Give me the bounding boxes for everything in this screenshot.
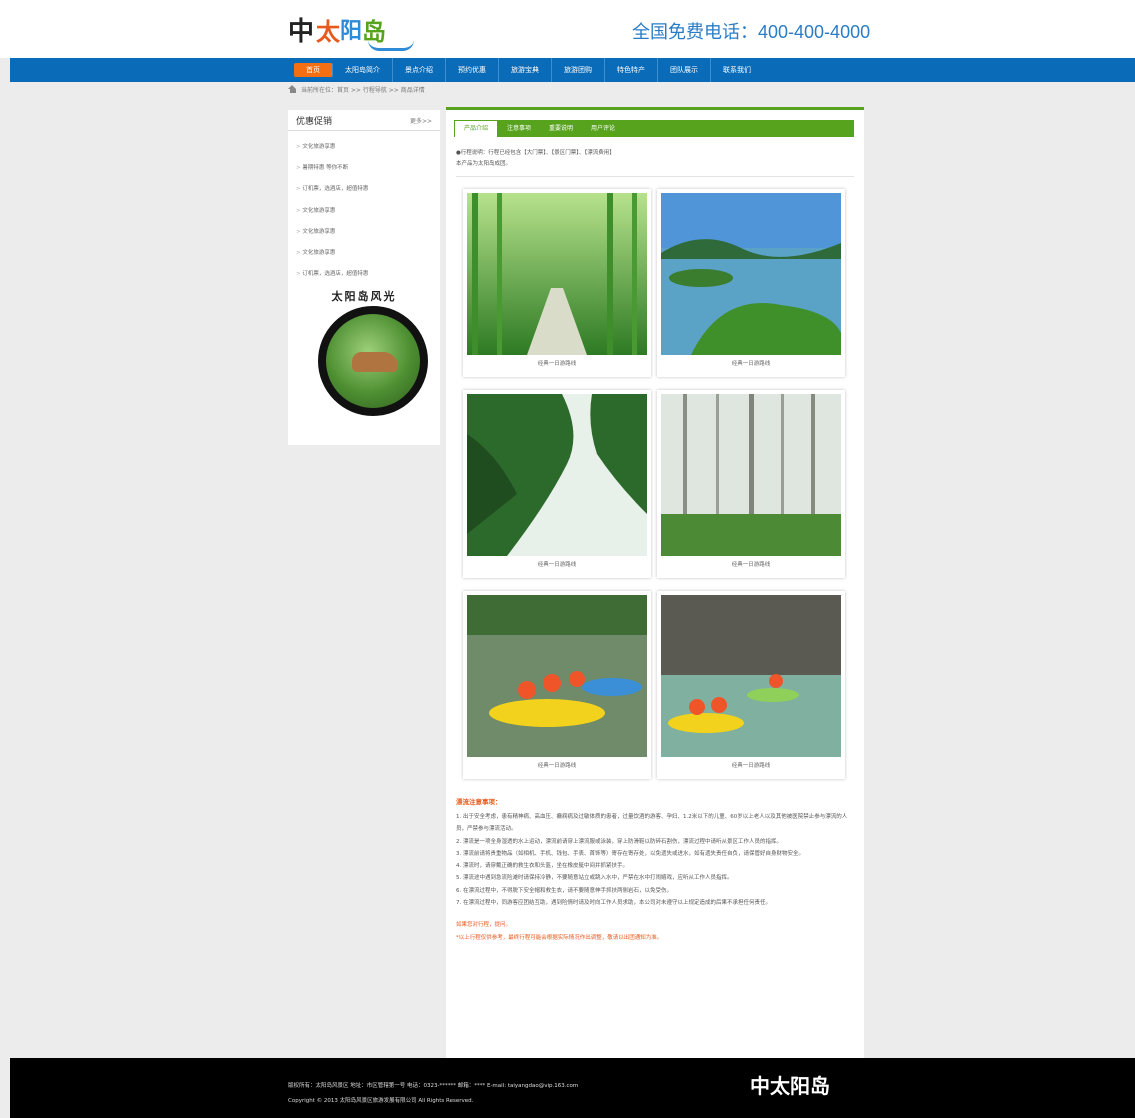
main-nav: 首页 太阳岛简介 景点介绍 预约优惠 旅游宝典 旅游团购 特色特产 团队展示 联… xyxy=(10,58,1135,82)
promo-item[interactable]: 文化旅游享惠 xyxy=(296,201,432,222)
breadcrumb-text[interactable]: 当前所在位：首页 >> 行程导航 >> 商品详情 xyxy=(301,85,425,94)
sidebar-title: 优惠促销 xyxy=(296,116,333,127)
logo-mark: 中 xyxy=(288,16,315,47)
tab-important[interactable]: 重要说明 xyxy=(540,120,582,137)
shoe-image xyxy=(352,352,398,372)
nav-item-about[interactable]: 太阳岛简介 xyxy=(333,58,393,82)
note-item: 7. 在漂流过程中，同游客应团结互助，遇到险情时请及时向工作人员求助，本公司对未… xyxy=(456,900,772,907)
logo-wave-icon xyxy=(368,40,414,51)
promo-item[interactable]: 文化旅游享惠 xyxy=(296,243,432,264)
rafting-photo xyxy=(467,595,647,757)
nav-item-groupbuy[interactable]: 旅游团购 xyxy=(552,58,605,82)
photo-card[interactable]: 经典一日游路线 xyxy=(657,591,845,779)
photo-card[interactable]: 经典一日游路线 xyxy=(463,189,651,377)
nav-item-specialty[interactable]: 特色特产 xyxy=(605,58,658,82)
note-item: 2. 漂流是一项全身湿透的水上运动，漂流前请穿上漂流服或泳装，穿上防滑鞋以防碎石… xyxy=(456,838,783,845)
logo-char-2: 阳 xyxy=(340,19,363,44)
promo-item[interactable]: 文化旅游享惠 xyxy=(296,137,432,158)
site-header: 中 太 阳 岛 全国免费电话：400-400-4000 xyxy=(0,0,1135,58)
logo-char-1: 太 xyxy=(316,17,341,46)
promo-sidebar: 优惠促销 更多>> 文化旅游享惠 暑期特惠 等你不断 订机票，选酒店，超值特惠 … xyxy=(288,110,440,445)
photo-card[interactable]: 经典一日游路线 xyxy=(463,591,651,779)
notes-title: 漂流注意事项： xyxy=(456,798,502,806)
badge-title: 太阳岛风光 xyxy=(331,290,397,303)
nav-item-contact[interactable]: 联系我们 xyxy=(711,58,763,82)
photo-card[interactable]: 经典一日游路线 xyxy=(657,189,845,377)
footer-logo-char-3: 岛 xyxy=(810,1074,830,1098)
badge-circle-image xyxy=(318,306,428,416)
tab-reviews[interactable]: 用户评论 xyxy=(582,120,624,137)
waterfall-photo xyxy=(467,394,647,556)
rafting-rock-wall-photo xyxy=(661,595,841,757)
note-item: 3. 漂流前请将贵重物品（如相机、手机、钱包、手表、首饰等）寄存在寄存处，以免遗… xyxy=(456,850,805,857)
footer-logo-char-2: 阳 xyxy=(790,1074,810,1098)
product-tabs: 产品介绍 注意事项 重要说明 用户评论 xyxy=(454,120,854,137)
product-panel: 产品介绍 注意事项 重要说明 用户评论 ●行程说明：行程已经包含【大门票】、【景… xyxy=(446,107,864,1061)
photo-card[interactable]: 经典一日游路线 xyxy=(657,390,845,578)
promo-list: 文化旅游享惠 暑期特惠 等你不断 订机票，选酒店，超值特惠 文化旅游享惠 文化旅… xyxy=(288,137,440,285)
note-disclaimer: *以上行程仅供参考，最终行程可能会根据实际情况作出调整，敬请以出团通知为准。 xyxy=(456,934,663,941)
product-intro: ●行程说明：行程已经包含【大门票】、【景区门票】、【漂流费用】 本产品为太阳岛成… xyxy=(456,148,615,170)
note-item: 1. 出于安全考虑，患有精神病、高血压、癫痫病及过敏体质的患者，过量饮酒的游客、… xyxy=(456,814,848,833)
tab-notes[interactable]: 注意事项 xyxy=(498,120,540,137)
nav-item-scenic[interactable]: 景点介绍 xyxy=(393,58,446,82)
promo-item[interactable]: 订机票，选酒店，超值特惠 xyxy=(296,264,432,285)
photo-caption: 经典一日游路线 xyxy=(731,562,771,568)
scenery-badge[interactable]: 太阳岛风光 xyxy=(306,288,428,422)
footer-copyright: Copyright © 2013 太阳岛风景区旅游发展有限公司 All Righ… xyxy=(288,1098,474,1104)
sidebar-more-link[interactable]: 更多>> xyxy=(410,116,432,125)
sidebar-header: 优惠促销 更多>> xyxy=(288,110,440,131)
footer-logo[interactable]: 中 太 阳 岛 xyxy=(750,1070,830,1099)
intro-line: ●行程说明：行程已经包含【大门票】、【景区门票】、【漂流费用】 xyxy=(456,150,615,156)
site-footer: 版权所有：太阳岛风景区 地址：市区管辖第一号 电话：0323-****** 邮箱… xyxy=(10,1058,1135,1118)
footer-contact: 版权所有：太阳岛风景区 地址：市区管辖第一号 电话：0323-****** 邮箱… xyxy=(288,1083,579,1089)
lake-islands-photo xyxy=(661,193,841,355)
footer-logo-mark: 中 xyxy=(750,1074,770,1098)
nav-item-booking[interactable]: 预约优惠 xyxy=(446,58,499,82)
photo-caption: 经典一日游路线 xyxy=(731,361,771,367)
notes-body: 1. 出于安全考虑，患有精神病、高血压、癫痫病及过敏体质的患者，过量饮酒的游客、… xyxy=(456,811,852,944)
nav-item-guide[interactable]: 旅游宝典 xyxy=(499,58,552,82)
nav-item-team[interactable]: 团队展示 xyxy=(658,58,711,82)
divider xyxy=(456,176,854,177)
hotline-phone: 全国免费电话：400-400-4000 xyxy=(632,22,871,42)
note-item: 5. 漂流途中遇到急流险滩时请保持冷静，不要随意站立或跳入水中，严禁在水中打闹嬉… xyxy=(456,875,733,882)
footer-logo-char-1: 太 xyxy=(770,1074,790,1098)
site-logo[interactable]: 中 太 阳 岛 xyxy=(288,8,414,51)
photo-caption: 经典一日游路线 xyxy=(537,763,577,769)
promo-item[interactable]: 文化旅游享惠 xyxy=(296,222,432,243)
intro-line: 本产品为太阳岛成团。 xyxy=(456,161,512,167)
misty-forest-photo xyxy=(661,394,841,556)
note-item: 6. 在漂流过程中，不得脱下安全帽和救生衣，请不要随意伸手抓扶两侧岩石，以免受伤… xyxy=(456,887,672,894)
tab-product-intro[interactable]: 产品介绍 xyxy=(454,120,499,137)
photo-caption: 经典一日游路线 xyxy=(537,361,577,367)
photo-caption: 经典一日游路线 xyxy=(731,763,771,769)
breadcrumb: 当前所在位：首页 >> 行程导航 >> 商品详情 xyxy=(288,85,425,94)
bamboo-forest-photo xyxy=(467,193,647,355)
home-icon xyxy=(288,85,297,94)
nav-item-home[interactable]: 首页 xyxy=(294,63,333,77)
photo-caption: 经典一日游路线 xyxy=(537,562,577,568)
note-item: 4. 漂流时，请穿戴正确的救生衣和头盔，坐在橡皮艇中间并抓紧扶手。 xyxy=(456,863,628,870)
note-highlight: 如果您对行程，提问。 xyxy=(456,922,512,929)
photo-card[interactable]: 经典一日游路线 xyxy=(463,390,651,578)
promo-item[interactable]: 订机票，选酒店，超值特惠 xyxy=(296,179,432,200)
promo-item[interactable]: 暑期特惠 等你不断 xyxy=(296,158,432,179)
